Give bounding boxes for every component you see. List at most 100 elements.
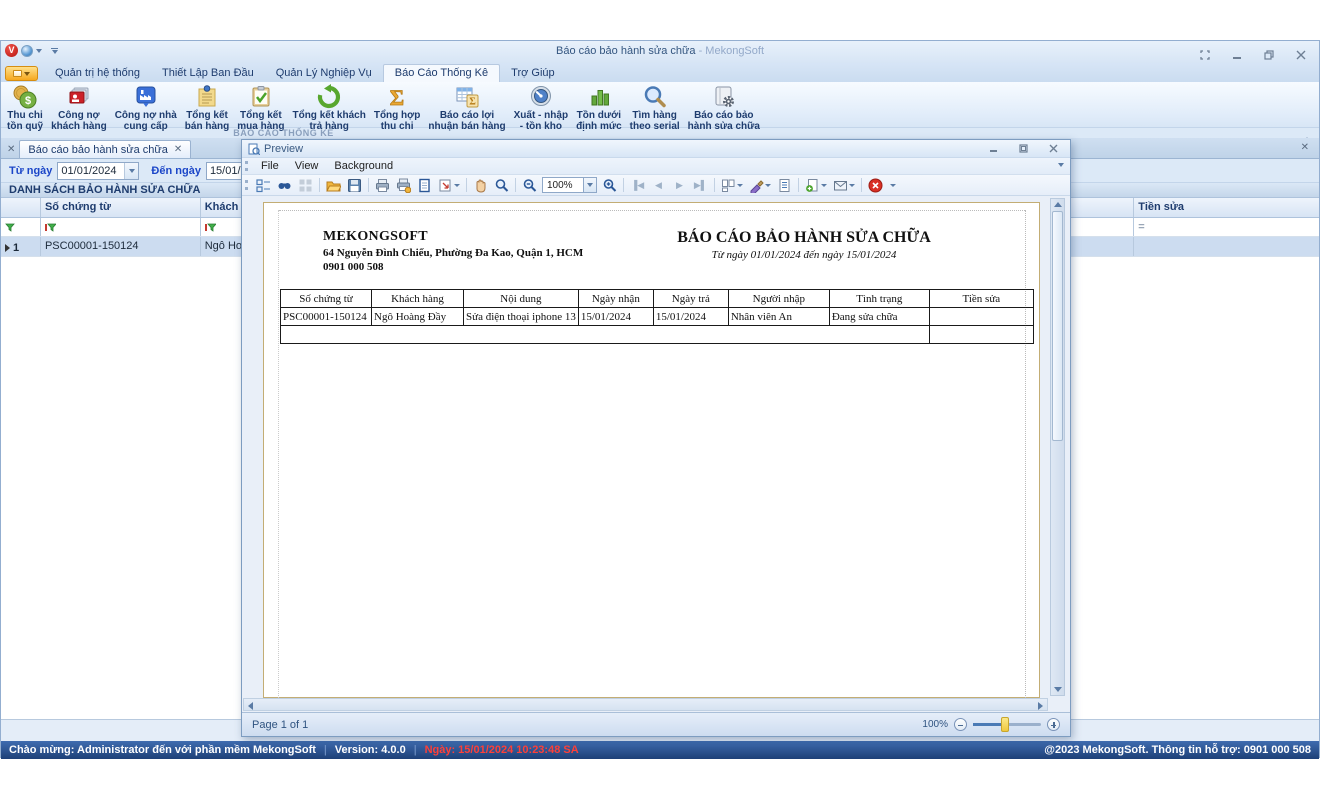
close-button[interactable] [1290,46,1311,64]
zoom-dropdown[interactable] [584,177,597,193]
close-preview-icon[interactable] [865,176,886,194]
first-page-icon[interactable]: ▐◀ [627,176,648,194]
tab-quan-tri-he-thong[interactable]: Quản trị hệ thống [44,65,151,82]
menu-grip-handle[interactable] [245,161,248,171]
cell-so-chung-tu[interactable]: PSC00001-150124 [41,237,201,256]
button-ton-duoi-dinh-muc[interactable]: Tồn dưới định mức [572,82,626,132]
chevron-down-icon[interactable] [737,183,743,187]
preview-close-button[interactable] [1043,140,1064,158]
preview-title-bar[interactable]: Preview [242,140,1070,158]
sales-summary-icon [194,84,220,110]
tab-tro-giup[interactable]: Trợ Giúp [500,65,565,82]
button-tong-ket-mua-hang[interactable]: Tổng kết mua hàng [233,82,288,132]
page-setup-icon[interactable] [414,176,435,194]
page-color-icon[interactable] [746,176,767,194]
previous-page-icon[interactable]: ◀ [648,176,669,194]
chevron-down-icon[interactable] [821,183,827,187]
ribbon-button-group: $ Thu chi tồn quỹ Công nợ khách hàng Côn… [1,82,1319,132]
toolbar-overflow-icon[interactable] [890,183,896,187]
desktop: V Báo cáo bảo hành sửa chữa - MekongSoft… [0,0,1320,800]
chevron-down-icon[interactable] [849,183,855,187]
zoom-combo[interactable]: 100% [542,177,597,193]
zoom-out-button[interactable] [954,718,967,731]
zoom-out-icon[interactable] [519,176,540,194]
zoom-slider[interactable] [973,717,1041,732]
menu-overflow-icon[interactable] [1058,163,1064,167]
from-date-input[interactable]: 01/01/2024 [57,161,140,180]
watermark-icon[interactable] [774,176,795,194]
hand-tool-icon[interactable] [470,176,491,194]
vertical-scrollbar[interactable] [1050,198,1065,696]
scroll-right-icon[interactable] [1038,702,1043,710]
button-cong-no-nha-cung-cap[interactable]: Công nợ nhà cung cấp [111,82,181,132]
scale-icon[interactable] [435,176,456,194]
zoom-control: 100% [922,717,1060,732]
button-xuat-nhap-ton-kho[interactable]: Xuất - nhập - tồn kho [510,82,572,132]
customer-debt-icon [66,84,92,110]
profit-report-icon: Σ [454,84,480,110]
button-tong-ket-khach-tra-hang[interactable]: Tổng kết khách trả hàng [288,82,369,132]
grid-column-so-chung-tu[interactable]: Số chứng từ [41,198,201,217]
toolbar-grip-handle[interactable] [245,180,248,190]
last-page-icon[interactable]: ▶▌ [690,176,711,194]
ribbon-collapse-icon[interactable] [1303,129,1311,142]
menu-background[interactable]: Background [326,160,401,172]
button-tong-hop-thu-chi[interactable]: Σ Tổng hợp thu chi [370,82,425,132]
close-icon[interactable]: ✕ [7,145,15,155]
restore-button[interactable] [1258,46,1279,64]
zoom-in-icon[interactable] [599,176,620,194]
open-icon[interactable] [323,176,344,194]
quick-print-icon[interactable] [393,176,414,194]
magnifier-icon[interactable] [491,176,512,194]
scrollbar-thumb[interactable] [1052,211,1063,441]
save-icon[interactable] [344,176,365,194]
thumbnails-icon[interactable] [295,176,316,194]
print-icon[interactable] [372,176,393,194]
tab-close-icon[interactable]: ✕ [174,145,182,155]
grid-column-tien-sua[interactable]: Tiền sửa [1134,198,1319,217]
fullscreen-button[interactable] [1194,46,1215,64]
preview-window: Preview File View Background 100% ▐◀ ◀ ▶… [241,139,1071,737]
datetime-text: Ngày: 15/01/2024 10:23:48 SA [424,744,579,756]
chevron-down-icon[interactable] [454,183,460,187]
tab-bao-cao-thong-ke[interactable]: Báo Cáo Thống Kê [382,64,501,82]
page-info: Page 1 of 1 [252,718,309,731]
ribbon-group-caption: BÁO CÁO THỐNG KÊ [233,128,334,138]
filter-cell-so-chung-tu[interactable] [41,218,201,236]
tab-thiet-lap-ban-dau[interactable]: Thiết Lập Ban Đầu [151,65,265,82]
preview-minimize-button[interactable] [983,140,1004,158]
zoom-in-button[interactable] [1047,718,1060,731]
preview-status-bar: Page 1 of 1 100% [242,712,1070,736]
application-button[interactable] [5,66,38,81]
button-thu-chi-ton-quy[interactable]: $ Thu chi tồn quỹ [3,82,47,132]
horizontal-scrollbar[interactable] [243,698,1048,711]
filter-edit-icon [5,223,15,232]
menu-view[interactable]: View [287,160,327,172]
document-tab[interactable]: Báo cáo bảo hành sửa chữa ✕ [19,140,192,158]
preview-maximize-button[interactable] [1013,140,1034,158]
scroll-up-icon[interactable] [1054,202,1062,207]
button-tong-ket-ban-hang[interactable]: Tổng kết bán hàng [181,82,233,132]
cell-tien-sua[interactable] [1134,237,1319,256]
scroll-down-icon[interactable] [1054,687,1062,692]
button-bao-cao-loi-nhuan[interactable]: Σ Báo cáo lợi nhuận bán hàng [424,82,509,132]
tab-quan-ly-nghiep-vu[interactable]: Quản Lý Nghiệp Vụ [265,65,383,82]
serial-search-icon [642,84,668,110]
button-tim-hang-theo-serial[interactable]: Tìm hàng theo serial [626,82,684,132]
next-page-icon[interactable]: ▶ [669,176,690,194]
multiple-pages-icon[interactable] [718,176,739,194]
filter-cell-tien-sua[interactable]: = [1134,218,1319,236]
menu-file[interactable]: File [253,160,287,172]
document-map-icon[interactable] [253,176,274,194]
minimize-button[interactable] [1226,46,1247,64]
panel-close-icon[interactable]: ✕ [1301,143,1309,153]
email-icon[interactable] [830,176,851,194]
search-icon[interactable] [274,176,295,194]
zoom-slider-thumb[interactable] [1001,717,1009,732]
button-cong-no-khach-hang[interactable]: Công nợ khách hàng [47,82,111,132]
button-bao-cao-bao-hanh-sua-chua[interactable]: Báo cáo bảo hành sửa chữa [684,82,764,132]
chevron-down-icon[interactable] [765,183,771,187]
scroll-left-icon[interactable] [248,702,253,710]
from-date-dropdown[interactable] [124,162,139,179]
export-icon[interactable] [802,176,823,194]
